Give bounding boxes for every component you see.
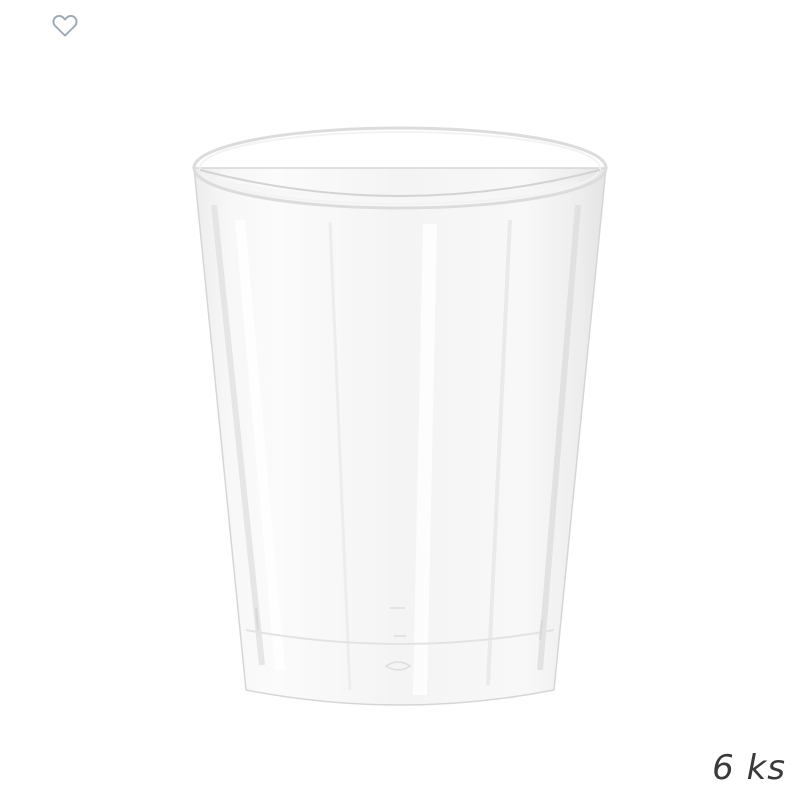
product-card: 6 ks [0,0,800,800]
quantity-label: 6 ks [712,748,786,788]
heart-icon [52,15,78,37]
favorite-button[interactable] [50,10,80,40]
product-image[interactable] [180,110,620,720]
